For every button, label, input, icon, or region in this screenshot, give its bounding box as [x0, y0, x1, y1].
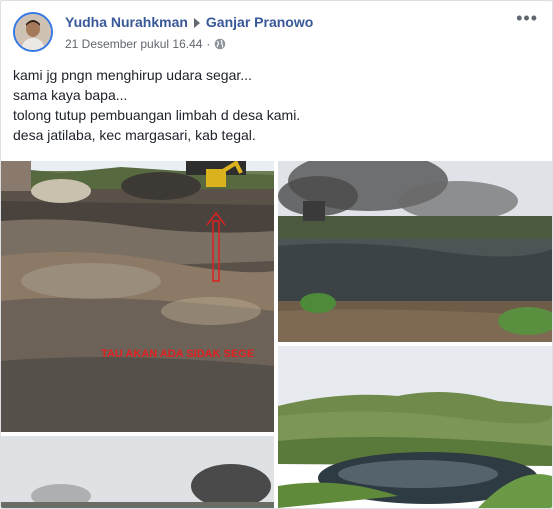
photo-dirt-field[interactable]: [1, 161, 274, 432]
post-text: kami jg pngn menghirup udara segar... sa…: [13, 65, 300, 145]
avatar-image: [15, 14, 51, 50]
post-text-line: tolong tutup pembuangan limbah d desa ka…: [13, 107, 301, 123]
post-text-line: desa jatilaba, kec margasari, kab tegal.: [13, 127, 256, 143]
post-header-names: Yudha Nurahkman Ganjar Pranowo: [65, 14, 313, 30]
photo-dirt-field-image: [1, 161, 274, 432]
post-card: Yudha Nurahkman Ganjar Pranowo 21 Desembe…: [0, 0, 553, 509]
photo-smoke[interactable]: [1, 436, 274, 508]
photo-overlay-text: TAU AKAN ADA SIDAK SEGE: [101, 348, 255, 360]
post-timestamp[interactable]: 21 Desember pukul 16.44: [65, 37, 202, 51]
post-text-line: sama kaya bapa...: [13, 87, 128, 103]
photo-smoke-pond[interactable]: [278, 161, 552, 342]
globe-icon[interactable]: [214, 38, 226, 50]
triangle-right-icon: [193, 18, 200, 29]
author-avatar[interactable]: [13, 12, 53, 52]
photo-smoke-image: [1, 436, 274, 508]
target-name-link[interactable]: Ganjar Pranowo: [206, 14, 313, 30]
photo-green-pond[interactable]: [278, 346, 552, 508]
more-options-icon[interactable]: •••: [516, 9, 538, 27]
author-name-link[interactable]: Yudha Nurahkman: [65, 14, 188, 30]
photo-grid: TAU AKAN ADA SIDAK SEGE: [1, 161, 552, 508]
post-text-line: kami jg pngn menghirup udara segar...: [13, 67, 252, 83]
post-meta: 21 Desember pukul 16.44 ·: [65, 37, 226, 51]
photo-green-pond-image: [278, 346, 552, 508]
photo-smoke-pond-image: [278, 161, 552, 342]
